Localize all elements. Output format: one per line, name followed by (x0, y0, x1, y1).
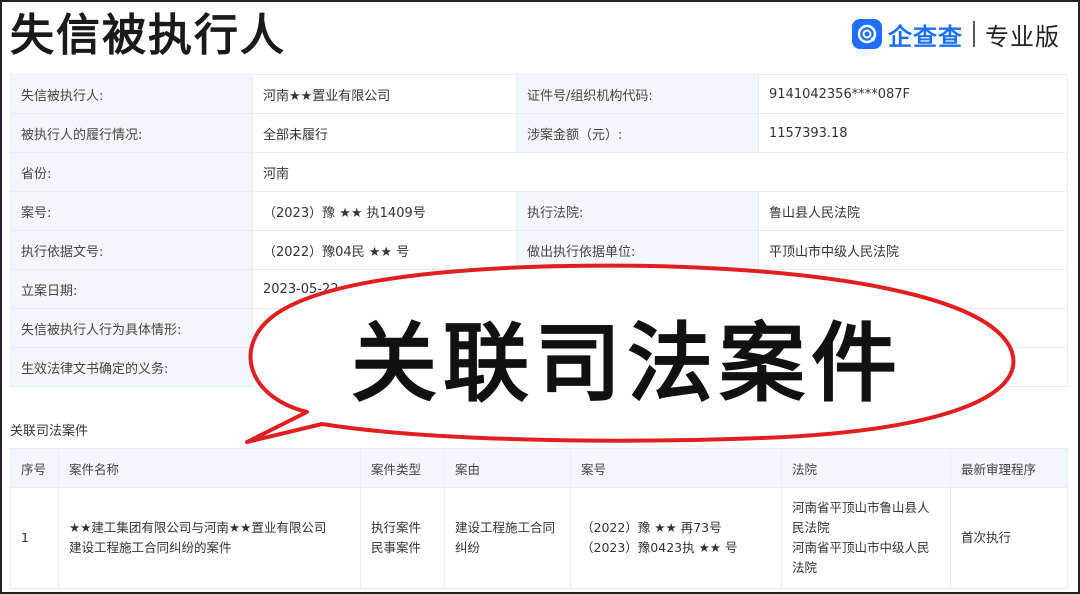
brand-tag: 专业版 (985, 22, 1060, 51)
case-type-line: 民事案件 (371, 540, 422, 555)
court-line: 民法院 (792, 520, 830, 535)
label-court: 执行法院: (516, 191, 759, 231)
value-behavior (252, 308, 1068, 348)
value-basis-doc: （2022）豫04民 ★★ 号 (252, 230, 517, 270)
label-case-number: 案号: (10, 191, 253, 231)
brand: 企查查 专业版 (852, 14, 1060, 54)
screenshot-frame: 失信被执行人 企查查 专业版 失信被执行人: 河南★★置业有限公司 证件号/组织… (0, 0, 1080, 594)
value-filing-date: 2023-05-22 (252, 269, 1068, 309)
table-row: 省份: 河南 (10, 152, 1068, 192)
table-row: 生效法律文书确定的义务: (10, 347, 1068, 387)
cell-procedure: 首次执行 (950, 487, 1068, 589)
col-header-case-type: 案件类型 (360, 448, 445, 488)
case-name-line: ★★建工集团有限公司与河南★★置业有限公司 (69, 520, 327, 535)
brand-divider (973, 21, 975, 47)
related-cases-heading: 关联司法案件 (10, 424, 89, 439)
value-performance: 全部未履行 (252, 113, 517, 153)
brand-name: 企查查 (888, 22, 963, 51)
value-basis-unit: 平顶山市中级人民法院 (758, 230, 1068, 270)
case-number-link[interactable]: （2023）豫 ★★ 执1409号 (252, 191, 517, 231)
cell-cause: 建设工程施工合同 纠纷 (444, 487, 571, 589)
col-header-court: 法院 (781, 448, 951, 488)
col-header-case-number: 案号 (570, 448, 782, 488)
col-header-case-name: 案件名称 (58, 448, 361, 488)
case-number-line: （2023）豫0423执 ★★ 号 (581, 540, 738, 555)
cell-case-number: （2022）豫 ★★ 再73号 （2023）豫0423执 ★★ 号 (570, 487, 782, 589)
col-header-cause: 案由 (444, 448, 571, 488)
label-performance: 被执行人的履行情况: (10, 113, 253, 153)
table-row: 被执行人的履行情况: 全部未履行 涉案金额（元）: 1157393.18 (10, 113, 1068, 153)
label-behavior: 失信被执行人行为具体情形: (10, 308, 253, 348)
label-amount: 涉案金额（元）: (516, 113, 759, 153)
table-header-row: 序号 案件名称 案件类型 案由 案号 法院 最新审理程序 (10, 448, 1068, 488)
label-id-number: 证件号/组织机构代码: (516, 74, 759, 114)
case-name-link[interactable]: ★★建工集团有限公司与河南★★置业有限公司 建设工程施工合同纠纷的案件 (58, 487, 361, 589)
col-header-procedure: 最新审理程序 (950, 448, 1068, 488)
page-title: 失信被执行人 (10, 10, 286, 61)
table-row: 案号: （2023）豫 ★★ 执1409号 执行法院: 鲁山县人民法院 (10, 191, 1068, 231)
case-type-line: 执行案件 (371, 520, 422, 535)
table-row: 失信被执行人: 河南★★置业有限公司 证件号/组织机构代码: 914104235… (10, 74, 1068, 114)
value-id-number: 9141042356****087F (758, 74, 1068, 114)
case-number-line: （2022）豫 ★★ 再73号 (581, 520, 722, 535)
case-name-line: 建设工程施工合同纠纷的案件 (69, 540, 232, 555)
value-court: 鲁山县人民法院 (758, 191, 1068, 231)
value-obligation (252, 347, 1068, 387)
court-line: 河南省平顶山市鲁山县人 (792, 500, 930, 515)
related-cases-table: 序号 案件名称 案件类型 案由 案号 法院 最新审理程序 1 ★★建工集团有限公… (10, 448, 1068, 589)
table-row: 1 ★★建工集团有限公司与河南★★置业有限公司 建设工程施工合同纠纷的案件 执行… (10, 487, 1068, 589)
table-row: 失信被执行人行为具体情形: (10, 308, 1068, 348)
label-obligation: 生效法律文书确定的义务: (10, 347, 253, 387)
court-line: 法院 (792, 560, 818, 575)
col-header-index: 序号 (10, 448, 59, 488)
table-row: 执行依据文号: （2022）豫04民 ★★ 号 做出执行依据单位: 平顶山市中级… (10, 230, 1068, 270)
table-row: 立案日期: 2023-05-22 (10, 269, 1068, 309)
cell-court: 河南省平顶山市鲁山县人 民法院 河南省平顶山市中级人民 法院 (781, 487, 951, 589)
value-amount: 1157393.18 (758, 113, 1068, 153)
label-province: 省份: (10, 152, 253, 192)
company-link[interactable]: 河南★★置业有限公司 (252, 74, 517, 114)
value-province: 河南 (252, 152, 1068, 192)
cell-case-type: 执行案件 民事案件 (360, 487, 445, 589)
label-basis-doc: 执行依据文号: (10, 230, 253, 270)
qichacha-logo-icon (852, 19, 882, 49)
cell-index: 1 (10, 487, 59, 589)
cause-line: 纠纷 (455, 540, 481, 555)
label-filing-date: 立案日期: (10, 269, 253, 309)
label-basis-unit: 做出执行依据单位: (516, 230, 759, 270)
cause-line: 建设工程施工合同 (455, 520, 556, 535)
dishonest-info-table: 失信被执行人: 河南★★置业有限公司 证件号/组织机构代码: 914104235… (10, 74, 1068, 387)
court-line: 河南省平顶山市中级人民 (792, 540, 930, 555)
label-dishonest-person: 失信被执行人: (10, 74, 253, 114)
